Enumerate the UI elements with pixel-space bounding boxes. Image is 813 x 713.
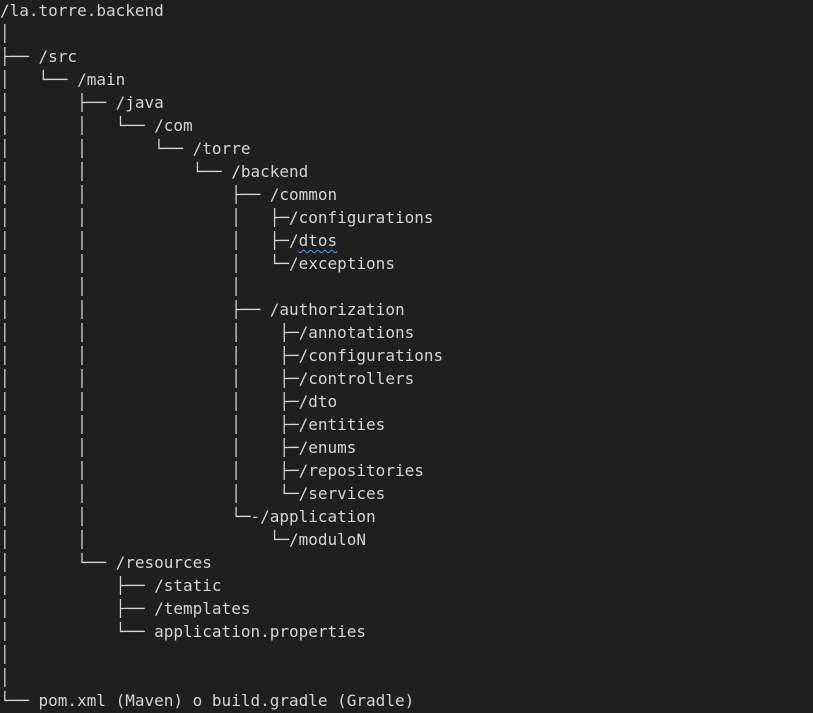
tree-line: │ └── /resources <box>0 553 212 572</box>
file-tree: /la.torre.backend │ ├── /src │ └── /main │ ├… <box>0 0 813 713</box>
tree-line: │ │ │ ├─/entities <box>0 415 386 434</box>
tree-line: │ │ └── /torre <box>0 139 251 158</box>
tree-line: │ │ │ ├─/configurations <box>0 346 444 365</box>
tree-line: │ │ │ ├─/controllers <box>0 369 415 388</box>
tree-line: │ <box>0 668 10 687</box>
tree-line: /la.torre.backend <box>0 1 164 20</box>
tree-line: │ └── /main <box>0 70 126 89</box>
tree-line: │ │ ├── /common <box>0 185 338 204</box>
tree-line: │ │ │ └─/services <box>0 484 386 503</box>
tree-line: │ │ └── /backend <box>0 162 309 181</box>
tree-line: │ │ ├── /authorization <box>0 300 405 319</box>
tree-line: └── pom.xml (Maven) o build.gradle (Grad… <box>0 691 415 710</box>
tree-line: │ │ └─-/application <box>0 507 376 526</box>
tree-line: │ │ └─/moduloN <box>0 530 367 549</box>
tree-line: │ │ │ ├─/repositories <box>0 461 424 480</box>
tree-line: │ <box>0 24 10 43</box>
tree-line: │ ├── /java <box>0 93 164 112</box>
tree-line: │ ├── /templates <box>0 599 251 618</box>
tree-line: │ │ │ ├─/configurations <box>0 208 434 227</box>
spellcheck-flagged-word: dtos <box>298 231 338 250</box>
tree-line: ├── /src <box>0 47 78 66</box>
tree-line: │ │ │ ├─/dtos <box>0 231 338 250</box>
tree-line: │ │ │ ├─/annotations <box>0 323 415 342</box>
tree-line: │ │ │ ├─/enums <box>0 438 357 457</box>
tree-line: │ <box>0 645 10 664</box>
tree-line: │ └── application.properties <box>0 622 367 641</box>
tree-line: │ │ │ ├─/dto <box>0 392 338 411</box>
tree-line: │ │ └── /com <box>0 116 193 135</box>
tree-line: │ ├── /static <box>0 576 222 595</box>
tree-line: │ │ │ └─/exceptions <box>0 254 395 273</box>
tree-line: │ │ │ <box>0 277 241 296</box>
